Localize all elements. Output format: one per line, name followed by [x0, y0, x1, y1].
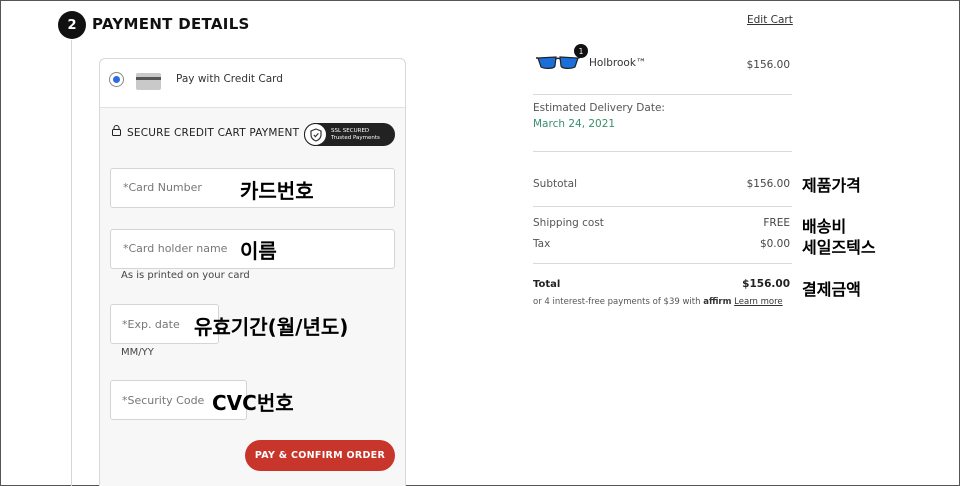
exp-date-annotation: 유효기간(월/년도)	[194, 315, 349, 339]
card-holder-hint: As is printed on your card	[121, 270, 250, 281]
ssl-line-2: Trusted Payments	[331, 134, 380, 141]
installment-text: or 4 interest-free payments of $39 with	[533, 297, 701, 307]
step-number-badge: 2	[58, 11, 86, 39]
lock-icon	[112, 125, 121, 136]
learn-more-link[interactable]: Learn more	[734, 297, 782, 307]
subtotal-label: Subtotal	[533, 178, 577, 190]
quantity-badge: 1	[574, 44, 588, 58]
total-label: Total	[533, 279, 561, 290]
installment-note: or 4 interest-free payments of $39 with …	[533, 297, 783, 307]
affirm-logo: affirm	[703, 297, 732, 307]
pay-confirm-order-button[interactable]: PAY & CONFIRM ORDER	[245, 440, 395, 471]
total-annotation: 결제금액	[802, 280, 861, 299]
card-number-annotation: 카드번호	[240, 179, 314, 203]
summary-divider	[533, 206, 792, 207]
product-name: Holbrook™	[589, 57, 647, 69]
tax-value: $0.00	[759, 238, 790, 250]
card-holder-placeholder: *Card holder name	[123, 242, 228, 255]
radio-selected-dot	[113, 76, 120, 83]
exp-date-hint: MM/YY	[121, 347, 154, 358]
credit-card-icon	[136, 73, 161, 90]
security-code-annotation: CVC번호	[212, 391, 294, 415]
credit-card-radio[interactable]	[109, 72, 124, 87]
delivery-date: March 24, 2021	[533, 118, 616, 130]
summary-divider	[533, 151, 792, 152]
exp-date-placeholder: *Exp. date	[122, 318, 180, 331]
summary-divider	[533, 94, 792, 95]
tax-annotation: 세일즈텍스	[802, 238, 876, 257]
summary-divider	[533, 263, 792, 264]
shield-check-icon	[304, 123, 327, 146]
credit-card-method-label: Pay with Credit Card	[176, 73, 283, 85]
delivery-label: Estimated Delivery Date:	[533, 102, 665, 114]
tax-label: Tax	[533, 238, 551, 250]
subtotal-annotation: 제품가격	[802, 176, 861, 195]
edit-cart-link[interactable]: Edit Cart	[747, 14, 793, 26]
step-divider-line	[71, 40, 72, 486]
card-holder-annotation: 이름	[240, 239, 277, 263]
sunglasses-product-image	[536, 56, 580, 69]
card-number-placeholder: *Card Number	[123, 181, 202, 194]
ssl-secured-badge: SSL SECURED Trusted Payments	[304, 123, 395, 146]
shipping-value: FREE	[763, 217, 790, 229]
subtotal-value: $156.00	[746, 178, 790, 190]
security-code-placeholder: *Security Code	[122, 394, 205, 407]
secure-payment-label: SECURE CREDIT CART PAYMENT	[127, 127, 300, 139]
shipping-label: Shipping cost	[533, 217, 604, 229]
ssl-line-1: SSL SECURED	[331, 127, 370, 134]
section-title: PAYMENT DETAILS	[92, 15, 250, 33]
total-value: $156.00	[742, 278, 790, 290]
product-price: $156.00	[746, 59, 790, 71]
